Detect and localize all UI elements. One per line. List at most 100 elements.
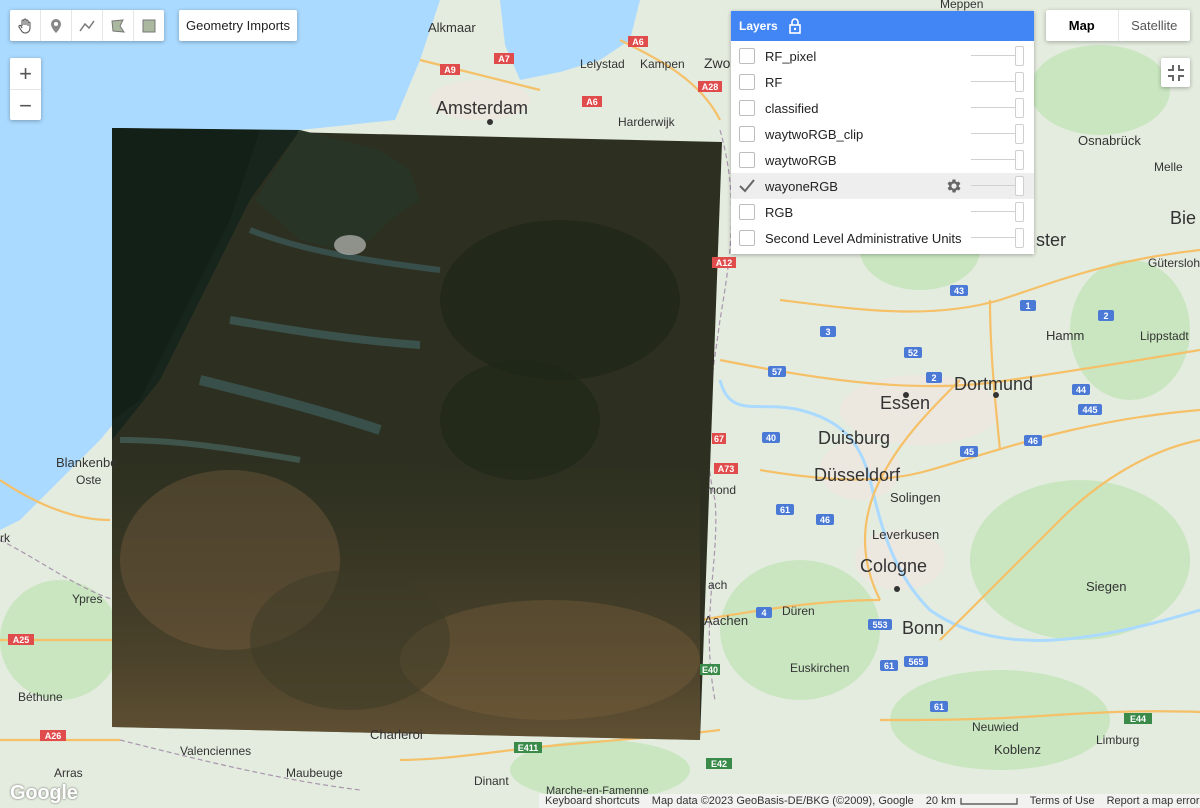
shield-46: 46 — [1028, 436, 1038, 446]
opacity-slider-handle[interactable] — [1015, 124, 1024, 144]
layers-header[interactable]: Layers — [731, 11, 1034, 41]
fullscreen-icon — [1167, 64, 1184, 81]
layer-checkbox[interactable] — [739, 100, 755, 116]
shield-e411: E411 — [518, 743, 539, 753]
opacity-slider-handle[interactable] — [1015, 150, 1024, 170]
zoom-out-button[interactable]: − — [10, 90, 41, 121]
polygon-icon[interactable] — [103, 10, 134, 41]
layer-label: waytwoRGB — [765, 152, 837, 168]
layer-label: RGB — [765, 204, 794, 220]
layer-checkbox[interactable] — [739, 178, 755, 194]
shield-52: 52 — [908, 348, 918, 358]
opacity-slider[interactable] — [971, 107, 1018, 108]
map-type-map-button[interactable]: Map — [1046, 10, 1119, 41]
label-amsterdam: Amsterdam — [436, 98, 528, 118]
point-marker-icon[interactable] — [41, 10, 72, 41]
layer-list: RF_pixel RF classified waytwoRGB_clipwaytwo… — [731, 41, 1034, 251]
layer-checkbox[interactable] — [739, 230, 755, 246]
satellite-image-overlay — [112, 128, 722, 740]
gear-icon[interactable] — [945, 177, 963, 198]
opacity-slider-handle[interactable] — [1015, 72, 1024, 92]
label-solingen: Solingen — [890, 490, 941, 505]
label-euskirchen: Euskirchen — [790, 661, 849, 675]
label-harderwijk: Harderwijk — [618, 115, 676, 129]
label-arras: Arras — [54, 766, 83, 780]
zoom-control: + − — [10, 58, 41, 120]
layer-label: wayoneRGB — [765, 178, 838, 194]
shield-a6b: A6 — [586, 97, 598, 107]
terms-link[interactable]: Terms of Use — [1024, 795, 1101, 807]
shield-a26: A26 — [45, 731, 62, 741]
label-maubeuge: Maubeuge — [286, 766, 343, 780]
geometry-imports-button[interactable]: Geometry Imports — [179, 10, 297, 41]
opacity-slider-handle[interactable] — [1015, 202, 1024, 222]
shield-553: 553 — [872, 620, 887, 630]
layer-row[interactable]: RF_pixel — [731, 43, 1034, 69]
opacity-slider-handle[interactable] — [1015, 46, 1024, 66]
label-aachen: Aachen — [704, 613, 748, 628]
report-map-error-link[interactable]: Report a map error — [1101, 795, 1200, 807]
layer-label: waytwoRGB_clip — [765, 126, 864, 142]
layer-row[interactable]: waytwoRGB — [731, 147, 1034, 173]
layer-checkbox[interactable] — [739, 74, 755, 90]
layer-label: RF — [765, 74, 783, 90]
drawing-toolbar — [10, 10, 164, 41]
opacity-slider[interactable] — [971, 211, 1018, 212]
layer-checkbox[interactable] — [739, 152, 755, 168]
shield-61a: 61 — [780, 505, 790, 515]
google-logo[interactable]: Google — [10, 782, 78, 805]
label-lelystad: Lelystad — [580, 57, 625, 71]
label-meppen: Meppen — [940, 0, 983, 11]
shield-a28: A28 — [702, 82, 719, 92]
shield-e44: E44 — [1130, 714, 1146, 724]
opacity-slider[interactable] — [971, 159, 1018, 160]
shield-46b: 46 — [820, 515, 830, 525]
line-icon[interactable] — [72, 10, 103, 41]
lock-icon[interactable] — [788, 18, 802, 34]
layer-row[interactable]: RF — [731, 69, 1034, 95]
shield-2: 2 — [1103, 311, 1108, 321]
shield-43: 43 — [954, 286, 964, 296]
layer-checkbox[interactable] — [739, 204, 755, 220]
layer-checkbox[interactable] — [739, 126, 755, 142]
minus-icon: − — [19, 92, 32, 118]
shield-40: 40 — [766, 433, 776, 443]
shield-565: 565 — [908, 657, 923, 667]
rectangle-icon[interactable] — [134, 10, 164, 41]
layer-row[interactable]: wayoneRGB — [731, 173, 1034, 199]
label-limburg: Limburg — [1096, 733, 1139, 747]
shield-67: 67 — [714, 434, 724, 444]
label-kampen: Kampen — [640, 57, 685, 71]
opacity-slider[interactable] — [971, 237, 1018, 238]
dortmund-marker — [993, 392, 999, 398]
opacity-slider-handle[interactable] — [1015, 228, 1024, 248]
label-melle: Melle — [1154, 160, 1183, 174]
label-siegen: Siegen — [1086, 579, 1126, 594]
label-hamm: Hamm — [1046, 328, 1084, 343]
map-type-satellite-button[interactable]: Satellite — [1119, 10, 1191, 41]
layer-row[interactable]: RGB — [731, 199, 1034, 225]
opacity-slider[interactable] — [971, 81, 1018, 82]
fullscreen-button[interactable] — [1161, 58, 1190, 87]
layer-row[interactable]: classified — [731, 95, 1034, 121]
shield-e42: E42 — [711, 759, 727, 769]
opacity-slider[interactable] — [971, 55, 1018, 56]
pan-hand-icon[interactable] — [10, 10, 41, 41]
shield-a9: A9 — [444, 65, 456, 75]
opacity-slider-handle[interactable] — [1015, 176, 1024, 196]
layer-row[interactable]: Second Level Administrative Units — [731, 225, 1034, 251]
label-charleroi: Charleroi — [370, 727, 423, 742]
layer-row[interactable]: waytwoRGB_clip — [731, 121, 1034, 147]
label-oostende: Oste — [76, 473, 102, 487]
opacity-slider[interactable] — [971, 185, 1018, 186]
map-data-attribution: Map data ©2023 GeoBasis-DE/BKG (©2009), … — [651, 795, 914, 807]
label-munster: ster — [1036, 230, 1066, 250]
zoom-in-button[interactable]: + — [10, 58, 41, 90]
opacity-slider[interactable] — [971, 133, 1018, 134]
label-leverkusen: Leverkusen — [872, 527, 939, 542]
layer-checkbox[interactable] — [739, 48, 755, 64]
label-neuwied: Neuwied — [972, 720, 1019, 734]
label-blankenberge: Blankenbe — [56, 455, 117, 470]
opacity-slider-handle[interactable] — [1015, 98, 1024, 118]
keyboard-shortcuts-link[interactable]: Keyboard shortcuts — [539, 795, 646, 807]
